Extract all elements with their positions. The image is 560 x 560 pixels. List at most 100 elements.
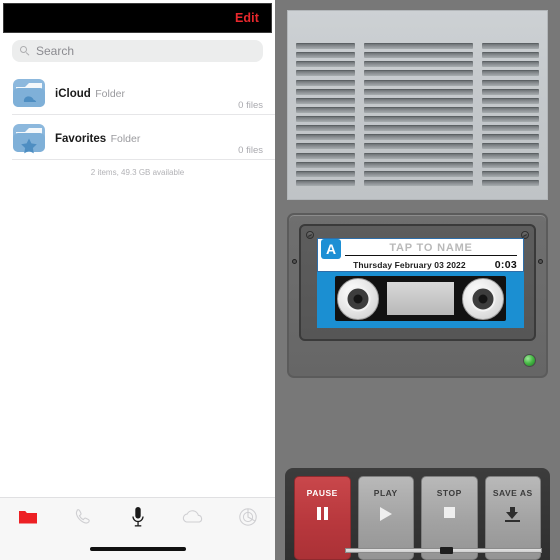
grille-slot-row — [296, 97, 539, 104]
grille-slot-row — [296, 88, 539, 95]
grille-slot — [482, 88, 539, 95]
status-led-icon — [523, 354, 536, 367]
speaker-grille — [287, 10, 548, 200]
pause-button-label: PAUSE — [306, 488, 338, 498]
tap-to-name-field[interactable]: TAP TO NAME — [345, 242, 517, 256]
recording-duration: 0:03 — [494, 259, 517, 271]
grille-slot — [364, 52, 473, 59]
nav-bar: Edit — [3, 3, 272, 33]
grille-slot — [296, 170, 355, 177]
grille-slot — [364, 106, 473, 113]
grille-slot — [482, 43, 539, 49]
grille-slot — [482, 161, 539, 168]
grille-slot — [364, 61, 473, 68]
grille-slot-row — [296, 116, 539, 122]
sidebar-item-folder[interactable] — [0, 498, 55, 540]
grille-slot — [364, 79, 473, 86]
grille-slot — [296, 179, 355, 186]
sidebar-item-record[interactable] — [110, 498, 165, 540]
list-item[interactable]: Favorites Folder 0 files — [0, 115, 275, 160]
grille-slot — [364, 161, 473, 168]
app-root: Edit Search iCloud Folder 0 files Favori… — [0, 0, 560, 560]
grille-slot — [296, 161, 355, 168]
list-item[interactable]: iCloud Folder 0 files — [0, 70, 275, 115]
position-slider[interactable] — [345, 547, 542, 554]
grille-slot — [296, 125, 355, 132]
transport-controls: PAUSE PLAY STOP SAVE AS — [285, 468, 550, 560]
search-container: Search — [0, 33, 275, 66]
grille-slot-row — [296, 70, 539, 77]
grille-slot — [364, 134, 473, 141]
tab-bar — [0, 497, 275, 560]
grille-slot — [364, 70, 473, 77]
sidebar-item-settings[interactable] — [220, 498, 275, 540]
recording-date: Thursday February 03 2022 — [353, 260, 466, 270]
grille-slot — [482, 106, 539, 113]
cloud-folder-icon — [12, 76, 46, 110]
stop-icon — [443, 507, 455, 518]
grille-slot — [482, 97, 539, 104]
grille-slot — [296, 79, 355, 86]
grille-slot-row — [296, 52, 539, 59]
grille-slot-row — [296, 152, 539, 159]
grille-slot — [482, 116, 539, 122]
grille-slot-row — [296, 106, 539, 113]
grille-slot — [296, 143, 355, 150]
home-indicator[interactable] — [89, 547, 186, 551]
side-badge: A — [321, 239, 341, 259]
slider-knob[interactable] — [439, 547, 453, 554]
grille-slot — [364, 97, 473, 104]
folder-icon — [18, 509, 38, 530]
grille-slot — [296, 134, 355, 141]
folder-name: iCloud — [55, 87, 91, 100]
grille-slot — [482, 134, 539, 141]
play-icon — [379, 507, 392, 521]
grille-slot — [296, 70, 355, 77]
grille-slot-row — [296, 79, 539, 86]
cassette-bay: A TAP TO NAME Thursday February 03 2022 … — [287, 213, 548, 378]
cassette-tape[interactable]: A TAP TO NAME Thursday February 03 2022 … — [299, 224, 536, 341]
microphone-icon — [131, 506, 145, 533]
files-pane: Edit Search iCloud Folder 0 files Favori… — [0, 0, 275, 560]
grille-slot — [296, 116, 355, 122]
grille-slot-row — [296, 61, 539, 68]
screw-icon — [306, 231, 314, 239]
grille-slot — [296, 88, 355, 95]
play-button-label: PLAY — [373, 488, 398, 498]
label-bottom-row: Thursday February 03 2022 0:03 — [318, 259, 523, 271]
grille-slot — [296, 61, 355, 68]
tape-strip — [387, 282, 454, 315]
search-icon — [20, 45, 31, 57]
grille-slot — [296, 106, 355, 113]
grille-slot — [482, 179, 539, 186]
grille-slot — [482, 143, 539, 150]
list-divider: 2 items, 49.3 GB available — [0, 159, 275, 177]
grille-slot — [364, 152, 473, 159]
folder-count: 0 files — [238, 100, 263, 111]
grille-slot-row — [296, 170, 539, 177]
list-item-text: Favorites Folder — [55, 129, 238, 147]
folder-type: Folder — [95, 87, 125, 100]
pause-button[interactable]: PAUSE — [294, 476, 351, 560]
reel-right-icon — [462, 277, 504, 320]
grille-slot — [482, 125, 539, 132]
grille-slot — [364, 143, 473, 150]
edit-button[interactable]: Edit — [235, 11, 271, 25]
folder-type: Folder — [110, 132, 141, 145]
list-item-text: iCloud Folder — [55, 84, 238, 102]
sidebar-item-cloud[interactable] — [165, 498, 220, 540]
stop-button-label: STOP — [436, 488, 462, 498]
sidebar-item-calls[interactable] — [55, 498, 110, 540]
grille-slot — [364, 179, 473, 186]
storage-status: 2 items, 49.3 GB available — [90, 168, 185, 177]
grille-slot — [296, 97, 355, 104]
bay-screw-right-icon — [538, 259, 543, 264]
search-placeholder: Search — [36, 44, 75, 58]
recorder-pane: A TAP TO NAME Thursday February 03 2022 … — [275, 0, 560, 560]
cassette-label[interactable]: A TAP TO NAME Thursday February 03 2022 … — [317, 238, 524, 272]
grille-slot — [364, 88, 473, 95]
pause-icon — [316, 507, 328, 520]
grille-slot-row — [296, 161, 539, 168]
cassette-body — [317, 272, 524, 328]
search-input[interactable]: Search — [12, 40, 263, 62]
